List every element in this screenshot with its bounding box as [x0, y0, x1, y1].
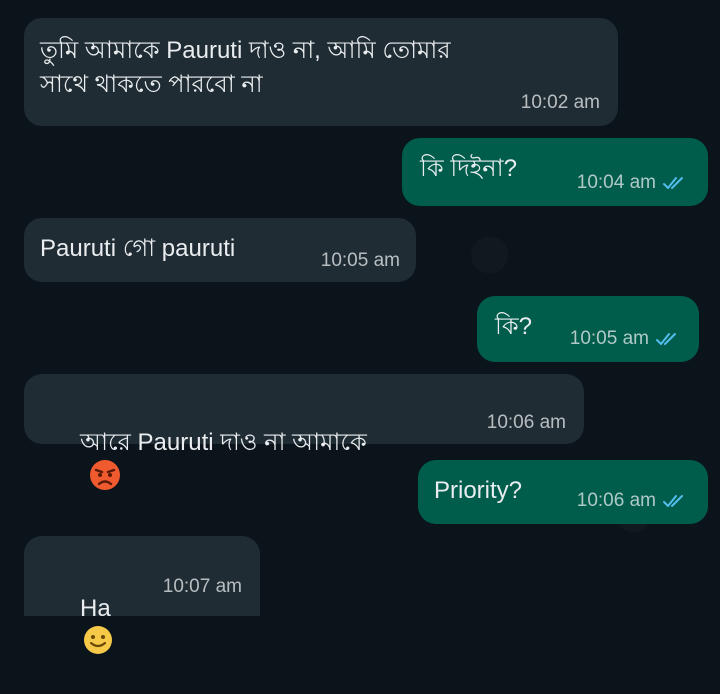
message-text: তুমি আমাকে Pauruti দাও না, আমি তোমার সাথ… [40, 37, 451, 98]
message-text-content: আরে Pauruti দাও না আমাকে [80, 429, 367, 456]
double-check-icon [656, 333, 676, 345]
message-meta: 10:02 am [521, 92, 600, 114]
message-time: 10:05 am [569, 328, 649, 349]
outgoing-message-bubble[interactable]: কি? 10:05 am [477, 296, 699, 362]
double-check-icon [663, 177, 683, 189]
message-meta: 10:06 am [577, 490, 688, 512]
incoming-message-bubble[interactable]: Pauruti গো pauruti 10:05 am [24, 218, 416, 282]
message-time: 10:06 am [486, 412, 566, 433]
message-text-content: Ha [80, 595, 111, 622]
outgoing-message-bubble[interactable]: Priority? 10:06 am [418, 460, 708, 524]
message-time: 10:02 am [520, 92, 600, 113]
angry-face-emoji [90, 459, 121, 490]
double-check-icon [663, 495, 683, 507]
message-text: Priority? [434, 477, 523, 504]
message-meta: 10:06 am [487, 412, 566, 434]
message-text: কি? [495, 313, 533, 340]
message-text: আরে Pauruti দাও না আমাকে [40, 392, 367, 528]
outgoing-message-bubble[interactable]: কি দিইনা? 10:04 am [402, 138, 708, 206]
message-meta: 10:05 am [321, 250, 400, 272]
incoming-message-bubble[interactable]: তুমি আমাকে Pauruti দাও না, আমি তোমার সাথ… [24, 18, 618, 126]
message-time: 10:04 am [576, 172, 656, 193]
message-text: কি দিইনা? [420, 155, 517, 182]
chat-conversation: তুমি আমাকে Pauruti দাও না, আমি তোমার সাথ… [0, 0, 720, 654]
message-time: 10:05 am [320, 250, 400, 271]
message-meta: 10:05 am [570, 328, 681, 350]
incoming-message-bubble[interactable]: Ha 10:07 am [24, 536, 260, 654]
message-time: 10:06 am [576, 490, 656, 511]
message-meta: 10:04 am [577, 172, 688, 194]
message-text: Ha [40, 558, 114, 694]
message-time: 10:07 am [162, 576, 242, 597]
slightly-smiling-face-emoji [84, 625, 113, 654]
incoming-message-bubble[interactable]: আরে Pauruti দাও না আমাকে 10:06 am [24, 374, 584, 490]
message-text: Pauruti গো pauruti [40, 235, 236, 262]
message-meta: 10:07 am [163, 576, 242, 598]
